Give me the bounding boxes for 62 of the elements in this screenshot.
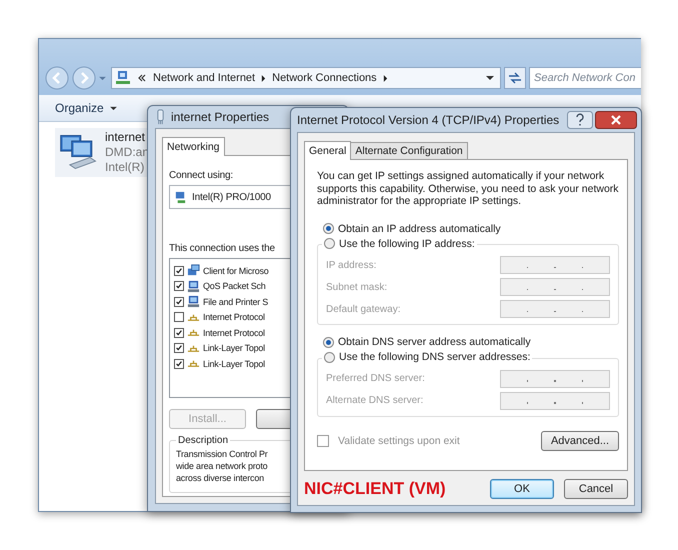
advanced-button[interactable]: Advanced... xyxy=(541,430,619,450)
back-button[interactable] xyxy=(45,66,69,90)
radio-option[interactable]: Use the following DNS server addresses: xyxy=(324,351,530,363)
client-icon xyxy=(187,264,200,278)
ip-address-field[interactable] xyxy=(500,278,610,296)
adapter-detail: Intel(R) xyxy=(104,160,146,175)
tab[interactable]: Networking xyxy=(162,137,225,156)
help-button[interactable] xyxy=(567,111,593,129)
caret-icon xyxy=(110,106,117,110)
forward-button[interactable] xyxy=(72,66,96,90)
computer-icon xyxy=(187,280,200,293)
dialog-title: Internet Protocol Version 4 (TCP/IPv4) Properties xyxy=(297,113,560,127)
tab[interactable]: General xyxy=(304,141,352,160)
dropdown-icon[interactable] xyxy=(486,75,494,81)
dialog-button[interactable]: OK xyxy=(490,479,554,499)
arrow-icon[interactable] xyxy=(261,74,266,82)
radio-option[interactable]: Use the following IP address: xyxy=(324,238,475,250)
dialog-button[interactable]: Cancel xyxy=(564,479,628,499)
adapter-name: internet xyxy=(104,130,146,145)
radio-button[interactable] xyxy=(324,238,335,249)
checkbox[interactable] xyxy=(174,328,184,338)
checkbox[interactable] xyxy=(174,343,184,354)
checkbox[interactable] xyxy=(174,281,184,292)
checkbox[interactable] xyxy=(174,266,184,276)
arrow-icon[interactable] xyxy=(382,74,388,82)
annotation-text: NIC#CLIENT (VM) xyxy=(304,479,446,499)
radio-button[interactable] xyxy=(323,336,334,348)
network-card-icon xyxy=(156,109,165,125)
dns-address-field[interactable] xyxy=(500,392,610,410)
caret-icon[interactable] xyxy=(99,76,106,80)
search-field[interactable]: Search Network Con xyxy=(529,67,641,89)
network-adapter-icon xyxy=(174,190,187,204)
group-title: Description xyxy=(177,435,230,446)
radio-button[interactable] xyxy=(324,352,335,362)
list-label: This connection uses the xyxy=(169,243,275,254)
field-label: Connect using: xyxy=(169,170,233,181)
ip-address-field[interactable] xyxy=(500,300,610,318)
breadcrumb-item[interactable]: Network and Internet xyxy=(153,72,256,84)
dns-address-field[interactable] xyxy=(500,370,610,388)
breadcrumb-item[interactable]: Network Connections xyxy=(272,72,377,84)
description-text: Transmission Control Pr wide area network proto across diverse intercon xyxy=(176,448,269,484)
field-label: Subnet mask: xyxy=(326,282,388,292)
close-button[interactable] xyxy=(595,111,637,129)
network-icon xyxy=(115,70,131,86)
organize-button[interactable]: Organize xyxy=(51,99,121,117)
dialog-title: internet Properties xyxy=(171,110,270,124)
checkbox[interactable] xyxy=(174,312,184,322)
checkbox[interactable] xyxy=(174,358,184,369)
radio-option[interactable]: Obtain DNS server address automatically xyxy=(323,333,619,351)
chevron-icon xyxy=(137,73,147,83)
field-label: Default gateway: xyxy=(326,304,400,314)
field-label: Preferred DNS server: xyxy=(326,373,425,384)
field-label: Alternate DNS server: xyxy=(326,395,424,406)
address-bar[interactable]: Network and Internet Network Connections xyxy=(111,67,501,89)
field-label: IP address: xyxy=(326,260,376,270)
ip-address-field[interactable] xyxy=(500,256,610,274)
radio-button[interactable] xyxy=(323,223,334,234)
tab[interactable]: Alternate Configuration xyxy=(350,142,468,159)
computer-icon xyxy=(187,295,200,308)
radio-option[interactable]: Obtain an IP address automatically xyxy=(323,220,619,238)
refresh-button[interactable] xyxy=(504,67,526,89)
checkbox[interactable] xyxy=(174,296,184,307)
